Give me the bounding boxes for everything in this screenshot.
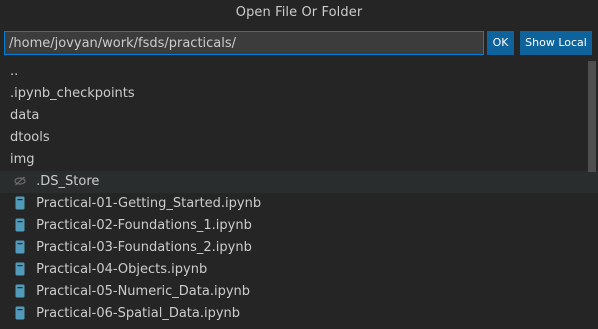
show-local-button[interactable]: Show Local — [520, 31, 592, 55]
list-item-label: Practical-01-Getting_Started.ipynb — [36, 196, 262, 211]
list-item-label: Practical-03-Foundations_2.ipynb — [36, 240, 252, 255]
list-item-practical-02[interactable]: Practical-02-Foundations_1.ipynb — [0, 215, 598, 237]
list-item-label: img — [10, 152, 35, 167]
notebook-icon — [14, 306, 26, 320]
list-item-data[interactable]: data — [0, 105, 598, 127]
list-item-practical-01[interactable]: Practical-01-Getting_Started.ipynb — [0, 193, 598, 215]
list-scrollbar[interactable] — [588, 61, 596, 172]
notebook-icon — [14, 196, 26, 210]
list-item-ds-store[interactable]: .DS_Store — [0, 171, 598, 193]
notebook-icon — [14, 240, 26, 254]
list-item-practical-05[interactable]: Practical-05-Numeric_Data.ipynb — [0, 281, 598, 303]
list-item-practical-03[interactable]: Practical-03-Foundations_2.ipynb — [0, 237, 598, 259]
list-item-label: .DS_Store — [36, 174, 100, 189]
path-input[interactable] — [4, 31, 484, 55]
file-list: .. .ipynb_checkpoints data dtools img .D… — [0, 61, 598, 329]
list-item-label: .ipynb_checkpoints — [10, 86, 135, 101]
list-item-dtools[interactable]: dtools — [0, 127, 598, 149]
list-item-practical-06[interactable]: Practical-06-Spatial_Data.ipynb — [0, 303, 598, 325]
notebook-icon — [14, 218, 26, 232]
list-item-label: Practical-05-Numeric_Data.ipynb — [36, 284, 251, 299]
list-item-label: data — [10, 108, 40, 123]
list-item-label: Practical-02-Foundations_1.ipynb — [36, 218, 252, 233]
notebook-icon — [14, 262, 26, 276]
notebook-icon — [14, 284, 26, 298]
list-item-ipynb-checkpoints[interactable]: .ipynb_checkpoints — [0, 83, 598, 105]
list-item-label: Practical-04-Objects.ipynb — [36, 262, 208, 277]
list-item-parent-folder[interactable]: .. — [0, 61, 598, 83]
list-item-label: .. — [10, 64, 19, 79]
eye-slash-icon — [14, 174, 26, 188]
ok-button[interactable]: OK — [487, 31, 514, 55]
list-item-label: Practical-06-Spatial_Data.ipynb — [36, 306, 241, 321]
list-item-label: dtools — [10, 130, 50, 145]
dialog-title: Open File Or Folder — [235, 5, 363, 20]
list-item-img[interactable]: img — [0, 149, 598, 171]
list-item-practical-04[interactable]: Practical-04-Objects.ipynb — [0, 259, 598, 281]
open-file-dialog: Open File Or Folder OK Show Local .. .ip… — [0, 0, 598, 329]
path-input-row: OK Show Local — [0, 26, 598, 59]
